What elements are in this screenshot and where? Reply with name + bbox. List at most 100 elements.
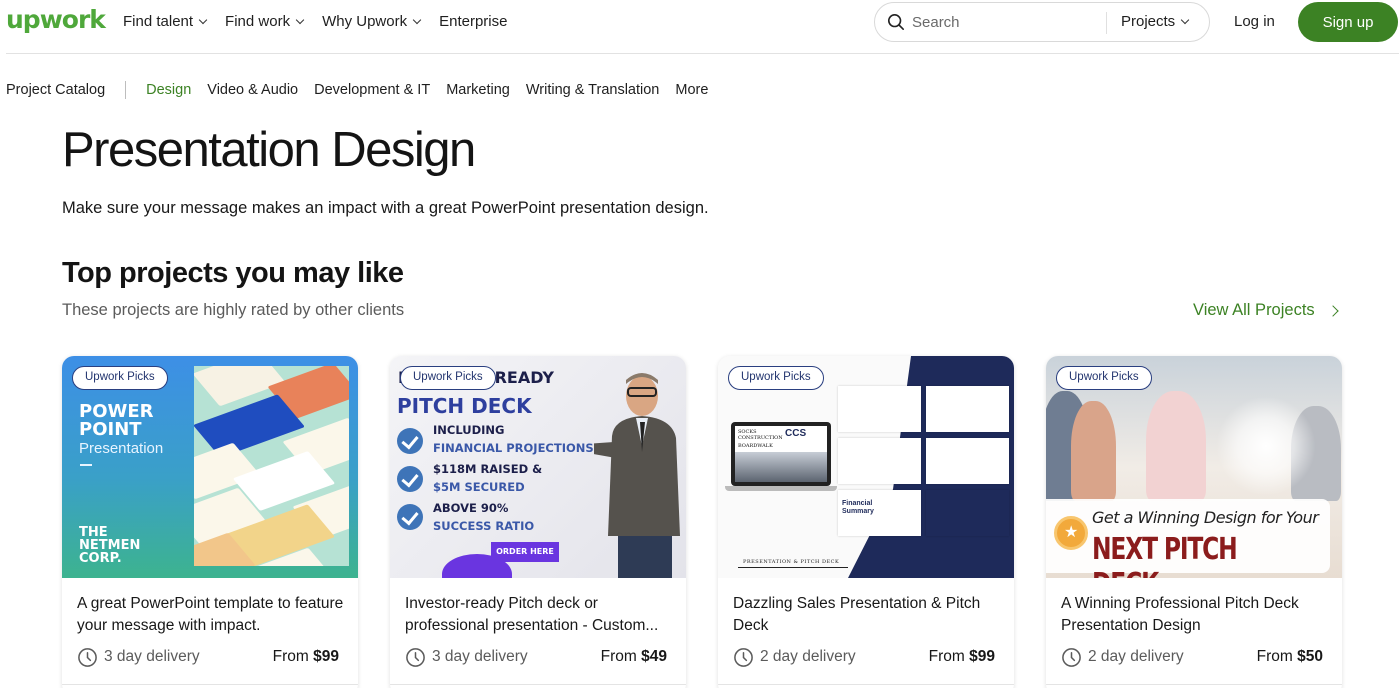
category-writing-translation[interactable]: Writing & Translation (526, 82, 660, 98)
price-prefix: From (1256, 648, 1293, 665)
delivery-time: 2 day delivery (1088, 648, 1184, 665)
thumb-brand: THE NETMEN CORP. (79, 526, 140, 565)
upwork-logo[interactable]: upwork (6, 5, 106, 34)
businessman-illustration (594, 373, 680, 578)
search-divider (1106, 12, 1107, 34)
thumb-bullet: SUCCESS RATIO (433, 519, 535, 533)
slide (926, 490, 1009, 536)
project-card[interactable]: Upwork Picks POWER POINT Presentation THE… (62, 356, 358, 688)
search-input[interactable] (912, 11, 1102, 33)
slide (838, 386, 921, 432)
slide (926, 386, 1009, 432)
nav-find-talent[interactable]: Find talent (123, 13, 208, 30)
header-divider (6, 53, 1399, 54)
login-link[interactable]: Log in (1234, 13, 1275, 30)
person-figure (1071, 401, 1116, 501)
chevron-down-icon (412, 15, 422, 24)
slide-collage (194, 366, 349, 566)
project-thumbnail[interactable]: Upwork Picks INVESTOR READY PITCH DECK I… (390, 356, 686, 578)
light-glow (1216, 396, 1316, 496)
thumb-bullet: INCLUDING (433, 423, 505, 437)
subnav-divider (125, 81, 127, 99)
upwork-picks-badge: Upwork Picks (728, 366, 824, 390)
price-prefix: From (272, 648, 309, 665)
category-more[interactable]: More (675, 82, 708, 98)
card-divider (62, 684, 358, 685)
project-thumbnail[interactable]: Upwork Picks Financial Summary SOCKS CON… (718, 356, 1014, 578)
check-icon (397, 466, 423, 492)
card-divider (390, 684, 686, 685)
project-price: From $99 (929, 648, 995, 666)
thumb-line: CORP. (79, 551, 122, 566)
project-card[interactable]: Upwork Picks Get a Winning Design for Yo… (1046, 356, 1342, 688)
project-card[interactable]: Upwork Picks INVESTOR READY PITCH DECK I… (390, 356, 686, 688)
nav-find-work[interactable]: Find work (225, 13, 305, 30)
upwork-picks-badge: Upwork Picks (1056, 366, 1152, 390)
clock-icon (1062, 647, 1081, 667)
thumb-bullet: $5M SECURED (433, 480, 525, 494)
category-marketing[interactable]: Marketing (446, 82, 510, 98)
main-nav: Find talent Find work Why Upwork Enterpr… (123, 13, 526, 30)
delivery-info: 2 day delivery (1061, 647, 1184, 668)
thumb-headline: NEXT PITCH DECK (1092, 532, 1238, 578)
project-meta: 3 day delivery From $49 (405, 646, 667, 668)
project-catalog-link[interactable]: Project Catalog (6, 82, 105, 98)
delivery-info: 2 day delivery (733, 647, 856, 668)
clock-icon (78, 647, 97, 667)
top-header: upwork Find talent Find work Why Upwork … (0, 0, 1399, 54)
project-card[interactable]: Upwork Picks Financial Summary SOCKS CON… (718, 356, 1014, 688)
nav-why-upwork[interactable]: Why Upwork (322, 13, 422, 30)
slide (926, 438, 1009, 484)
project-meta: 3 day delivery From $99 (77, 646, 339, 668)
check-icon (397, 428, 423, 454)
project-price: From $99 (273, 648, 339, 666)
project-price: From $50 (1257, 648, 1323, 666)
thumb-tagline: Get a Winning Design for Your (1092, 508, 1319, 527)
project-thumbnail[interactable]: Upwork Picks Get a Winning Design for Yo… (1046, 356, 1342, 578)
category-video-audio[interactable]: Video & Audio (207, 82, 298, 98)
slide: Financial Summary (838, 490, 921, 536)
building-image (735, 452, 827, 482)
thumb-bullet: FINANCIAL PROJECTIONS (433, 441, 594, 455)
nav-enterprise[interactable]: Enterprise (439, 13, 507, 30)
thumb-bullet: ABOVE 90% (433, 501, 509, 515)
search-icon[interactable] (887, 13, 905, 31)
project-title[interactable]: A great PowerPoint template to feature y… (77, 593, 347, 637)
category-development-it[interactable]: Development & IT (314, 82, 430, 98)
price-prefix: From (600, 648, 637, 665)
nav-label: Find talent (123, 13, 194, 30)
chevron-down-icon (295, 15, 305, 24)
slide-text: Financial Summary (842, 500, 874, 515)
nav-label: Why Upwork (322, 13, 408, 30)
signup-button[interactable]: Sign up (1298, 2, 1398, 42)
page-description: Make sure your message makes an impact w… (62, 199, 709, 217)
project-title[interactable]: A Winning Professional Pitch Deck Presen… (1061, 593, 1331, 637)
delivery-info: 3 day delivery (77, 647, 200, 668)
project-price: From $49 (601, 648, 667, 666)
laptop-brand: SOCKS CONSTRUCTION (738, 429, 783, 441)
thumb-bullet: $118M RAISED & (433, 462, 543, 476)
person-figure (1146, 391, 1206, 501)
clock-icon (734, 647, 753, 667)
price-value: $49 (641, 648, 667, 665)
delivery-time: 3 day delivery (104, 648, 200, 665)
laptop-base (725, 486, 837, 491)
project-title[interactable]: Investor-ready Pitch deck or professiona… (405, 593, 675, 637)
card-divider (1046, 684, 1342, 685)
category-design[interactable]: Design (146, 82, 191, 98)
project-thumbnail[interactable]: Upwork Picks POWER POINT Presentation THE… (62, 356, 358, 578)
card-divider (718, 684, 1014, 685)
thumb-footer-line (738, 567, 848, 568)
chevron-down-icon (1180, 15, 1190, 24)
search-scope-label: Projects (1121, 13, 1176, 30)
section-subtitle: These projects are highly rated by other… (62, 301, 405, 319)
price-prefix: From (928, 648, 965, 665)
search-scope-dropdown[interactable]: Projects (1121, 13, 1190, 30)
upwork-picks-badge: Upwork Picks (400, 366, 496, 390)
view-all-projects-link[interactable]: View All Projects (1193, 301, 1339, 320)
nav-label: Find work (225, 13, 291, 30)
clock-icon (406, 647, 425, 667)
project-title[interactable]: Dazzling Sales Presentation & Pitch Deck (733, 593, 1003, 637)
chevron-down-icon (198, 15, 208, 24)
delivery-time: 3 day delivery (432, 648, 528, 665)
